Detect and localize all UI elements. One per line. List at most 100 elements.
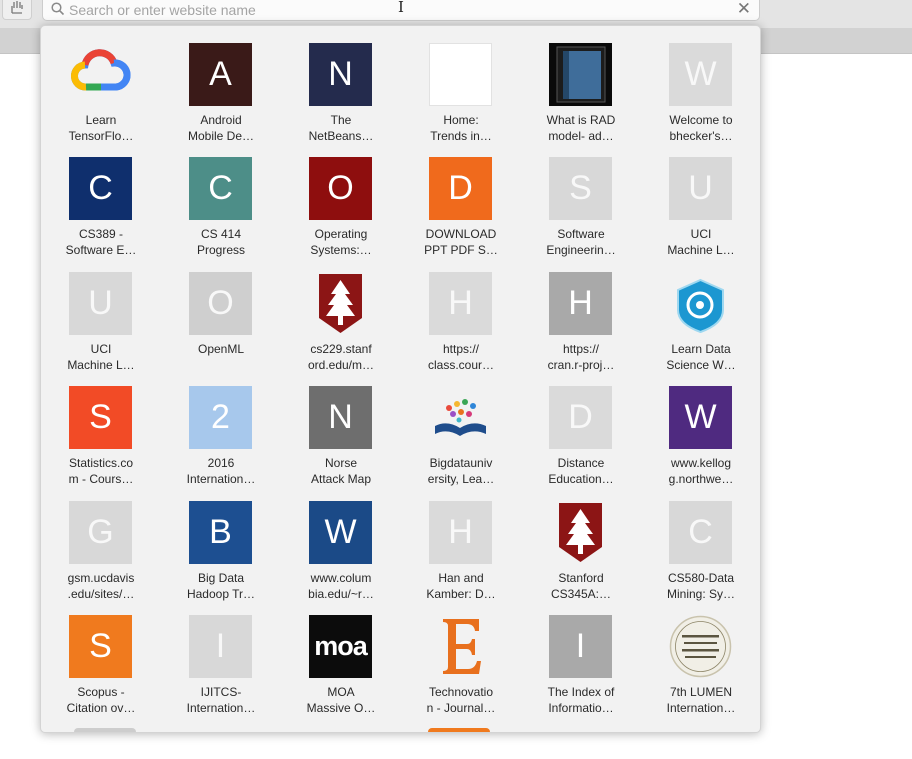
favorite-label: www.kellog g.northwe…: [668, 456, 734, 486]
favorite-tile[interactable]: S Statistics.co m - Cours…: [41, 369, 161, 486]
favorite-tile[interactable]: Wwww.kellog g.northwe…: [641, 369, 760, 486]
favorite-tile[interactable]: S Software Engineerin…: [521, 140, 641, 257]
letter-favicon-icon: G: [69, 501, 132, 564]
letter-favicon-icon: W: [669, 43, 732, 106]
next-row-peek: [74, 728, 136, 732]
letter-favicon-icon: I: [549, 615, 612, 678]
data-science-shield-icon: [669, 272, 732, 335]
favorite-label: 7th LUMEN Internation…: [666, 685, 736, 715]
favorite-tile[interactable]: What is RAD model- ad…: [521, 26, 641, 143]
hand-tool-button[interactable]: [2, 0, 32, 20]
letter-favicon-icon: W: [669, 386, 732, 449]
letter-favicon-icon: H: [429, 501, 492, 564]
favorite-label: Scopus - Citation ov…: [66, 685, 136, 715]
favorite-tile[interactable]: C CS580-Data Mining: Sy…: [641, 484, 760, 601]
search-icon: [51, 2, 65, 21]
favorite-tile[interactable]: H Han and Kamber: D…: [401, 484, 521, 601]
clear-icon[interactable]: ✕: [737, 0, 751, 19]
favorite-tile[interactable]: S Scopus - Citation ov…: [41, 598, 161, 715]
favorite-label: Operating Systems:…: [310, 227, 372, 257]
favorite-tile[interactable]: D Distance Education…: [521, 369, 641, 486]
favorites-popover: Learn TensorFlo… A Android Mobile De… N The …: [40, 25, 761, 733]
letter-favicon-icon: W: [309, 501, 372, 564]
favorite-tile[interactable]: 7th LUMEN Internation…: [641, 598, 760, 715]
stanford-tree-icon: [309, 272, 372, 335]
favorite-tile[interactable]: U UCI Machine L…: [641, 140, 760, 257]
favorite-label: DOWNLOAD PPT PDF S…: [424, 227, 498, 257]
letter-favicon-icon: I: [189, 615, 252, 678]
letter-favicon-icon: N: [309, 386, 372, 449]
favorite-tile[interactable]: W Welcome to bhecker's…: [641, 26, 760, 143]
letter-favicon-icon: H: [429, 272, 492, 335]
favorite-tile[interactable]: U UCI Machine L…: [41, 255, 161, 372]
letter-favicon-icon: D: [549, 386, 612, 449]
letter-favicon-icon: H: [549, 272, 612, 335]
blank-favicon-icon: [429, 43, 492, 106]
favorite-tile[interactable]: Stanford CS345A:…: [521, 484, 641, 601]
favorite-label: CS 414 Progress: [196, 227, 246, 257]
favorite-tile[interactable]: Home: Trends in…: [401, 26, 521, 143]
rethinking-social-action-seal-icon: [669, 615, 732, 678]
favorite-tile[interactable]: Ggsm.ucdavis .edu/sites/…: [41, 484, 161, 601]
favorite-tile[interactable]: Learn Data Science W…: [641, 255, 760, 372]
open-book-icon: [429, 386, 492, 449]
favorite-tile[interactable]: B Big Data Hadoop Tr…: [161, 484, 281, 601]
favorite-label: The Index of Informatio…: [547, 685, 615, 715]
letter-favicon-icon: 2: [189, 386, 252, 449]
favorite-label: CS389 - Software E…: [65, 227, 137, 257]
favorite-tile[interactable]: O Operating Systems:…: [281, 140, 401, 257]
favorite-tile[interactable]: cs229.stanf ord.edu/m…: [281, 255, 401, 372]
favorite-tile[interactable]: I IJITCS- Internation…: [161, 598, 281, 715]
favorite-tile[interactable]: C CS389 - Software E…: [41, 140, 161, 257]
book-thumbnail-icon: [549, 43, 612, 106]
favorite-tile[interactable]: O OpenML: [161, 255, 281, 365]
favorite-tile[interactable]: Learn TensorFlo…: [41, 26, 161, 143]
favorite-tile[interactable]: Wwww.colum bia.edu/~r…: [281, 484, 401, 601]
favorite-label: UCI Machine L…: [667, 227, 735, 257]
letter-favicon-icon: A: [189, 43, 252, 106]
favorite-label: MOA Massive O…: [306, 685, 376, 715]
stanford-tree-icon: [549, 501, 612, 564]
letter-favicon-icon: N: [309, 43, 372, 106]
letter-favicon-icon: S: [549, 157, 612, 220]
favorite-tile[interactable]: N The NetBeans…: [281, 26, 401, 143]
favorite-label: IJITCS- Internation…: [186, 685, 256, 715]
google-cloud-icon: [69, 43, 132, 106]
favorite-label: Bigdatauniv ersity, Lea…: [427, 456, 495, 486]
favorite-label: Distance Education…: [548, 456, 614, 486]
favorite-tile[interactable]: Technovatio n - Journal…: [401, 598, 521, 715]
moa-logo-icon: moa: [309, 615, 372, 678]
next-row-peek: [428, 728, 490, 732]
hand-icon: [9, 0, 25, 19]
favorite-tile[interactable]: A Android Mobile De…: [161, 26, 281, 143]
favorite-label: Norse Attack Map: [310, 456, 372, 486]
letter-favicon-icon: O: [309, 157, 372, 220]
favorite-label: Statistics.co m - Cours…: [68, 456, 134, 486]
favorite-tile[interactable]: Hhttps:// class.cour…: [401, 255, 521, 372]
letter-favicon-icon: U: [69, 272, 132, 335]
letter-favicon-icon: S: [69, 615, 132, 678]
favorite-tile[interactable]: 2 2016 Internation…: [161, 369, 281, 486]
favorite-tile[interactable]: Bigdatauniv ersity, Lea…: [401, 369, 521, 486]
favorite-tile[interactable]: I The Index of Informatio…: [521, 598, 641, 715]
text-cursor-icon: I: [398, 0, 404, 16]
letter-favicon-icon: B: [189, 501, 252, 564]
favorite-label: 2016 Internation…: [186, 456, 256, 486]
letter-favicon-icon: C: [669, 501, 732, 564]
favorite-tile[interactable]: C CS 414 Progress: [161, 140, 281, 257]
favorite-tile[interactable]: N Norse Attack Map: [281, 369, 401, 486]
favorite-label: OpenML: [197, 342, 245, 356]
favorite-tile[interactable]: Hhttps:// cran.r-proj…: [521, 255, 641, 372]
address-bar[interactable]: I ✕: [42, 0, 760, 21]
favorite-tile[interactable]: D DOWNLOAD PPT PDF S…: [401, 140, 521, 257]
letter-favicon-icon: C: [189, 157, 252, 220]
favorite-tile[interactable]: moa MOA Massive O…: [281, 598, 401, 715]
letter-favicon-icon: C: [69, 157, 132, 220]
letter-favicon-icon: U: [669, 157, 732, 220]
serif-e-logo-icon: [429, 615, 492, 678]
favorite-label: Technovatio n - Journal…: [426, 685, 496, 715]
letter-favicon-icon: S: [69, 386, 132, 449]
letter-favicon-icon: D: [429, 157, 492, 220]
letter-favicon-icon: O: [189, 272, 252, 335]
favorite-label: Software Engineerin…: [546, 227, 616, 257]
